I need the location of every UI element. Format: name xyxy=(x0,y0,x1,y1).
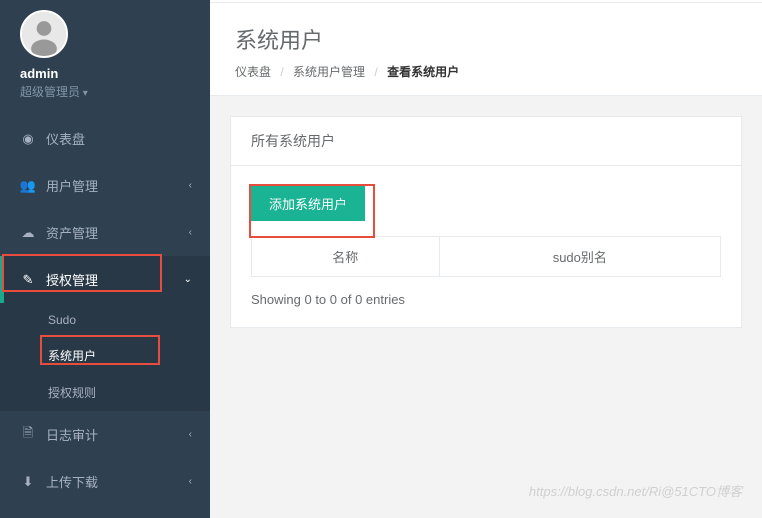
nav-label: 用户管理 xyxy=(46,176,98,195)
dashboard-icon: ◉ xyxy=(20,131,36,147)
subnav-system-user[interactable]: 系统用户 xyxy=(0,337,210,374)
cloud-icon: ☁ xyxy=(20,225,36,241)
user-profile: admin 超级管理员 xyxy=(0,0,210,115)
page-title: 系统用户 xyxy=(235,23,737,55)
subnav-auth: Sudo 系统用户 授权规则 xyxy=(0,303,210,411)
avatar[interactable] xyxy=(20,10,68,58)
chevron-left-icon: ‹ xyxy=(189,227,192,238)
nav-label: 资产管理 xyxy=(46,223,98,242)
sidebar: admin 超级管理员 ◉ 仪表盘 👥 用户管理 ‹ ☁ 资产管理 ‹ ✎ 授权… xyxy=(0,0,210,518)
nav-log-audit[interactable]: 🗎 日志审计 ‹ xyxy=(0,411,210,458)
breadcrumb-item[interactable]: 系统用户管理 xyxy=(293,65,365,79)
nav-label: 日志审计 xyxy=(46,425,98,444)
chevron-left-icon: ‹ xyxy=(189,180,192,191)
file-icon: 🗎 xyxy=(20,427,36,443)
panel-title: 所有系统用户 xyxy=(231,117,741,166)
page-header: 系统用户 仪表盘 / 系统用户管理 / 查看系统用户 xyxy=(210,3,762,96)
content-area: 所有系统用户 添加系统用户 名称 sudo别名 Showing 0 to 0 o… xyxy=(210,96,762,348)
chevron-down-icon: ⌄ xyxy=(184,274,192,285)
table-info: Showing 0 to 0 of 0 entries xyxy=(251,292,721,307)
nav-label: 仪表盘 xyxy=(46,129,85,148)
add-system-user-button[interactable]: 添加系统用户 xyxy=(251,186,365,221)
nav-auth-mgmt[interactable]: ✎ 授权管理 ⌄ xyxy=(0,256,210,303)
subnav-sudo[interactable]: Sudo xyxy=(0,303,210,337)
nav-upload-download[interactable]: ⬇ 上传下载 ‹ xyxy=(0,458,210,505)
edit-icon: ✎ xyxy=(20,272,36,288)
nav-dashboard[interactable]: ◉ 仪表盘 xyxy=(0,115,210,162)
main-content: 系统用户 仪表盘 / 系统用户管理 / 查看系统用户 所有系统用户 添加系统用户… xyxy=(210,0,762,518)
users-table: 名称 sudo别名 xyxy=(251,236,721,277)
download-icon: ⬇ xyxy=(20,474,36,490)
nav-settings[interactable]: ⚙ 设置 xyxy=(0,505,210,518)
col-sudo-alias: sudo别名 xyxy=(439,237,720,277)
breadcrumb-item[interactable]: 仪表盘 xyxy=(235,65,271,79)
panel: 所有系统用户 添加系统用户 名称 sudo别名 Showing 0 to 0 o… xyxy=(230,116,742,328)
breadcrumb-current: 查看系统用户 xyxy=(387,65,459,79)
nav-asset-mgmt[interactable]: ☁ 资产管理 ‹ xyxy=(0,209,210,256)
col-name: 名称 xyxy=(252,237,440,277)
nav-user-mgmt[interactable]: 👥 用户管理 ‹ xyxy=(0,162,210,209)
nav-menu: ◉ 仪表盘 👥 用户管理 ‹ ☁ 资产管理 ‹ ✎ 授权管理 ⌄ Sudo 系统… xyxy=(0,115,210,518)
users-icon: 👥 xyxy=(20,178,36,194)
chevron-left-icon: ‹ xyxy=(189,429,192,440)
chevron-left-icon: ‹ xyxy=(189,476,192,487)
panel-body: 添加系统用户 名称 sudo别名 Showing 0 to 0 of 0 ent… xyxy=(231,166,741,327)
nav-label: 上传下载 xyxy=(46,472,98,491)
user-role[interactable]: 超级管理员 xyxy=(20,83,190,100)
nav-label: 授权管理 xyxy=(46,270,98,289)
username: admin xyxy=(20,66,190,81)
table-header-row: 名称 sudo别名 xyxy=(252,237,721,277)
breadcrumb: 仪表盘 / 系统用户管理 / 查看系统用户 xyxy=(235,63,737,80)
subnav-auth-rule[interactable]: 授权规则 xyxy=(0,374,210,411)
